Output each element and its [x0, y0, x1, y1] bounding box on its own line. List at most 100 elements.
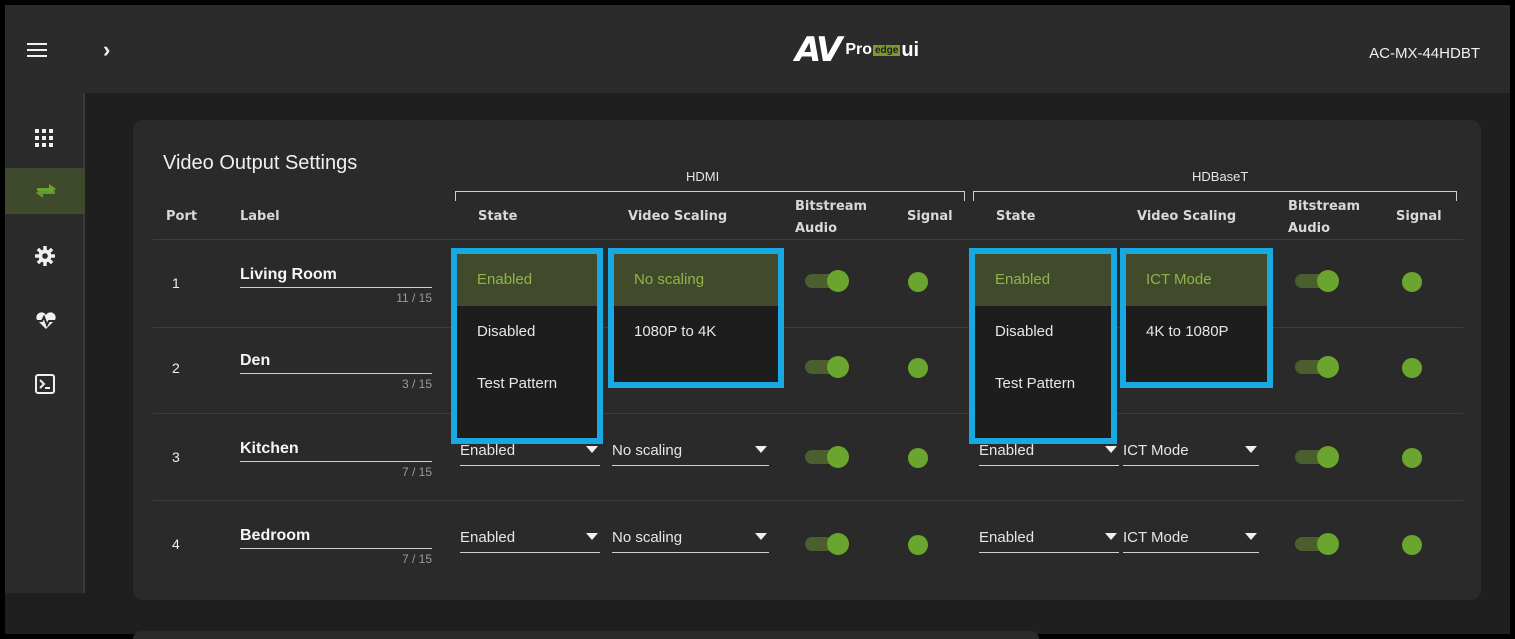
row-3-label-field[interactable]: Kitchen 7 / 15: [240, 440, 432, 479]
menu-icon[interactable]: [27, 43, 47, 57]
row-1-char-count: 11 / 15: [396, 291, 432, 305]
row-4-label-field[interactable]: Bedroom 7 / 15: [240, 527, 432, 566]
menu-option-ict-mode[interactable]: ICT Mode: [1126, 254, 1267, 306]
row-2-char-count: 3 / 15: [401, 377, 432, 391]
next-card-edge: [133, 631, 1039, 639]
row-divider: [153, 413, 1463, 414]
menu-option-disabled[interactable]: Disabled: [975, 306, 1111, 358]
menu-option-1080p-to-4k[interactable]: 1080P to 4K: [614, 306, 778, 358]
header-hdbaset-scaling: Video Scaling: [1137, 209, 1237, 224]
row-2-hdmi-signal-indicator: [908, 358, 928, 378]
header-hdmi-signal: Signal: [907, 209, 953, 224]
video-output-settings-card: Video Output Settings HDMI HDBaseT Port …: [133, 120, 1481, 600]
row-4-hdbaset-signal-indicator: [1402, 535, 1422, 555]
gear-icon: [35, 246, 55, 266]
row-1-hdbaset-signal-indicator: [1402, 272, 1422, 292]
chevron-down-icon: [1245, 446, 1257, 453]
row-2-hdbaset-signal-indicator: [1402, 358, 1422, 378]
row-3-hdmi-state-value: Enabled: [460, 442, 516, 459]
logo-pro-text: Pro: [845, 41, 872, 58]
switch-arrows-icon: [36, 184, 56, 198]
row-1-label-input[interactable]: Living Room: [240, 266, 432, 288]
chevron-down-icon: [755, 446, 767, 453]
row-4-hdmi-state-value: Enabled: [460, 529, 516, 546]
row-4-hdmi-scaling-select[interactable]: No scaling: [612, 527, 769, 553]
row-3-hdmi-scaling-value: No scaling: [612, 442, 683, 459]
sidebar-item-settings[interactable]: [5, 233, 85, 279]
row-3-hdbaset-state-value: Enabled: [979, 442, 1035, 459]
hdmi-state-dropdown-menu: Enabled Disabled Test Pattern: [451, 248, 603, 444]
sidebar-item-dashboard[interactable]: [5, 115, 85, 161]
header-label: Label: [240, 209, 280, 224]
hdmi-group-label: HDMI: [686, 169, 720, 184]
row-4-hdbaset-scaling-value: ICT Mode: [1123, 529, 1189, 546]
row-1-hdbaset-bitstream-toggle[interactable]: [1293, 270, 1339, 292]
menu-option-enabled[interactable]: Enabled: [457, 254, 597, 306]
row-4-hdmi-scaling-value: No scaling: [612, 529, 683, 546]
row-3-hdbaset-scaling-value: ICT Mode: [1123, 442, 1189, 459]
row-2-hdbaset-bitstream-toggle[interactable]: [1293, 356, 1339, 378]
row-3-label-input[interactable]: Kitchen: [240, 440, 432, 462]
header-hdmi-state: State: [478, 209, 518, 224]
row-4-hdmi-state-select[interactable]: Enabled: [460, 527, 600, 553]
row-3-hdmi-signal-indicator: [908, 448, 928, 468]
row-4-hdbaset-bitstream-toggle[interactable]: [1293, 533, 1339, 555]
row-2-port: 2: [172, 360, 180, 376]
row-4-hdmi-signal-indicator: [908, 535, 928, 555]
app-frame: › AV Pro edge ui AC-MX-44HDBT Video Outp…: [0, 0, 1515, 639]
chevron-down-icon: [755, 533, 767, 540]
chevron-down-icon: [1105, 533, 1117, 540]
row-3-hdmi-scaling-select[interactable]: No scaling: [612, 440, 769, 466]
row-3-hdmi-bitstream-toggle[interactable]: [803, 446, 849, 468]
logo-edge-text: edge: [873, 44, 901, 56]
logo-av-text: AV: [795, 30, 842, 70]
row-3-char-count: 7 / 15: [401, 465, 432, 479]
row-4-port: 4: [172, 536, 180, 552]
row-3-hdbaset-bitstream-toggle[interactable]: [1293, 446, 1339, 468]
row-3-port: 3: [172, 449, 180, 465]
hdbaset-state-dropdown-menu: Enabled Disabled Test Pattern: [969, 248, 1117, 444]
hdmi-group-bracket: [455, 191, 965, 201]
row-4-hdbaset-scaling-select[interactable]: ICT Mode: [1123, 527, 1259, 553]
row-4-hdbaset-state-select[interactable]: Enabled: [979, 527, 1119, 553]
row-1-hdmi-bitstream-toggle[interactable]: [803, 270, 849, 292]
menu-option-test-pattern[interactable]: Test Pattern: [975, 358, 1111, 410]
hdmi-scaling-dropdown-menu: No scaling 1080P to 4K: [608, 248, 784, 388]
row-2-label-input[interactable]: Den: [240, 352, 432, 374]
header-hdmi-bitstream: Bitstream: [795, 199, 868, 214]
header-port: Port: [166, 209, 198, 224]
heart-pulse-icon: [36, 312, 56, 329]
header-hdmi-scaling: Video Scaling: [628, 209, 728, 224]
chevron-down-icon: [586, 446, 598, 453]
menu-option-enabled[interactable]: Enabled: [975, 254, 1111, 306]
row-2-hdmi-bitstream-toggle[interactable]: [803, 356, 849, 378]
row-1-port: 1: [172, 275, 180, 291]
sidebar-item-terminal[interactable]: [5, 361, 85, 407]
sidebar-item-routing[interactable]: [5, 168, 85, 214]
row-1-label-field[interactable]: Living Room 11 / 15: [240, 266, 432, 305]
row-4-label-input[interactable]: Bedroom: [240, 527, 432, 549]
menu-option-disabled[interactable]: Disabled: [457, 306, 597, 358]
chevron-right-icon[interactable]: ›: [103, 37, 110, 63]
row-3-hdbaset-scaling-select[interactable]: ICT Mode: [1123, 440, 1259, 466]
header-hdbaset-state: State: [996, 209, 1036, 224]
row-4-hdbaset-state-value: Enabled: [979, 529, 1035, 546]
menu-option-4k-to-1080p[interactable]: 4K to 1080P: [1126, 306, 1267, 358]
header-hdbaset-signal: Signal: [1396, 209, 1442, 224]
row-4-hdmi-bitstream-toggle[interactable]: [803, 533, 849, 555]
menu-option-test-pattern[interactable]: Test Pattern: [457, 358, 597, 410]
chevron-down-icon: [586, 533, 598, 540]
row-3-hdbaset-signal-indicator: [1402, 448, 1422, 468]
header-hdmi-audio: Audio: [795, 221, 838, 236]
grid-icon: [35, 129, 53, 147]
menu-option-no-scaling[interactable]: No scaling: [614, 254, 778, 306]
terminal-icon: [35, 374, 55, 394]
row-2-label-field[interactable]: Den 3 / 15: [240, 352, 432, 391]
sidebar-item-diagnostics[interactable]: [5, 298, 85, 344]
card-title: Video Output Settings: [163, 152, 358, 174]
row-1-hdmi-signal-indicator: [908, 272, 928, 292]
top-bar: › AV Pro edge ui AC-MX-44HDBT: [5, 5, 1510, 93]
header-hdbaset-audio: Audio: [1288, 221, 1331, 236]
device-model: AC-MX-44HDBT: [1369, 45, 1480, 62]
hdbaset-group-label: HDBaseT: [1192, 169, 1249, 184]
